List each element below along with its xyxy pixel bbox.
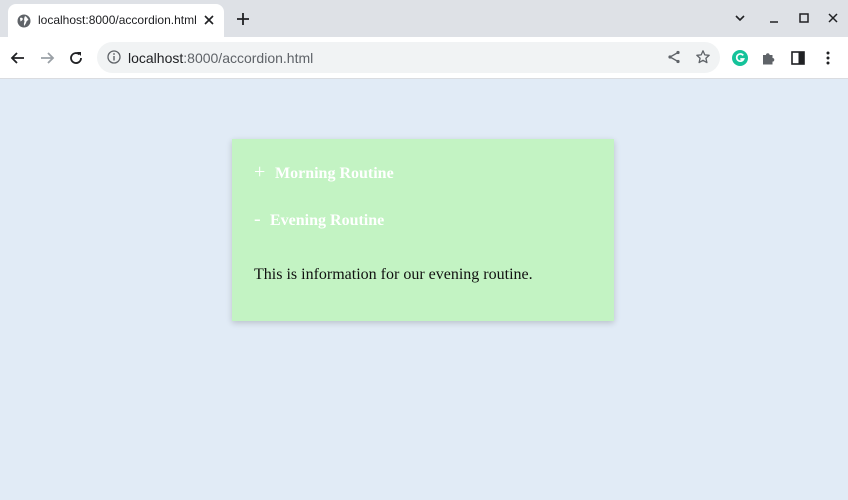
grammarly-extension-icon[interactable]: [731, 49, 749, 67]
url-path: :8000/accordion.html: [183, 50, 314, 66]
extensions-puzzle-icon[interactable]: [760, 49, 778, 67]
new-tab-icon[interactable]: [235, 11, 251, 27]
browser-tab[interactable]: localhost:8000/accordion.html: [8, 4, 224, 37]
more-menu-icon[interactable]: [819, 49, 837, 67]
forward-arrow-icon[interactable]: [38, 49, 56, 67]
bookmark-star-icon[interactable]: [695, 49, 711, 65]
minimize-icon[interactable]: [766, 10, 782, 26]
globe-icon: [17, 14, 31, 28]
info-icon[interactable]: [107, 50, 121, 64]
accordion-panel: + Morning Routine - Evening Routine This…: [232, 139, 614, 321]
back-arrow-icon[interactable]: [9, 49, 27, 67]
accordion-header-morning[interactable]: + Morning Routine: [254, 161, 394, 184]
accordion-title-morning: Morning Routine: [275, 165, 394, 182]
accordion-header-evening[interactable]: - Evening Routine: [254, 208, 384, 231]
collapse-minus-icon: -: [254, 208, 261, 230]
tab-title: localhost:8000/accordion.html: [38, 13, 197, 27]
maximize-icon[interactable]: [796, 10, 812, 26]
chevron-down-icon[interactable]: [732, 10, 748, 26]
tab-strip: localhost:8000/accordion.html: [0, 0, 848, 37]
url-text[interactable]: localhost:8000/accordion.html: [128, 50, 313, 66]
accordion-title-evening: Evening Routine: [270, 212, 385, 229]
url-host: localhost: [128, 50, 184, 66]
browser-toolbar: localhost:8000/accordion.html: [0, 37, 848, 79]
close-tab-icon[interactable]: [201, 12, 217, 28]
share-icon[interactable]: [666, 49, 682, 65]
close-window-icon[interactable]: [825, 10, 841, 26]
expand-plus-icon: +: [254, 161, 266, 183]
accordion-content-evening: This is information for our evening rout…: [254, 266, 533, 283]
address-bar[interactable]: localhost:8000/accordion.html: [97, 42, 720, 73]
side-panel-icon[interactable]: [789, 49, 807, 67]
reload-icon[interactable]: [67, 49, 85, 67]
